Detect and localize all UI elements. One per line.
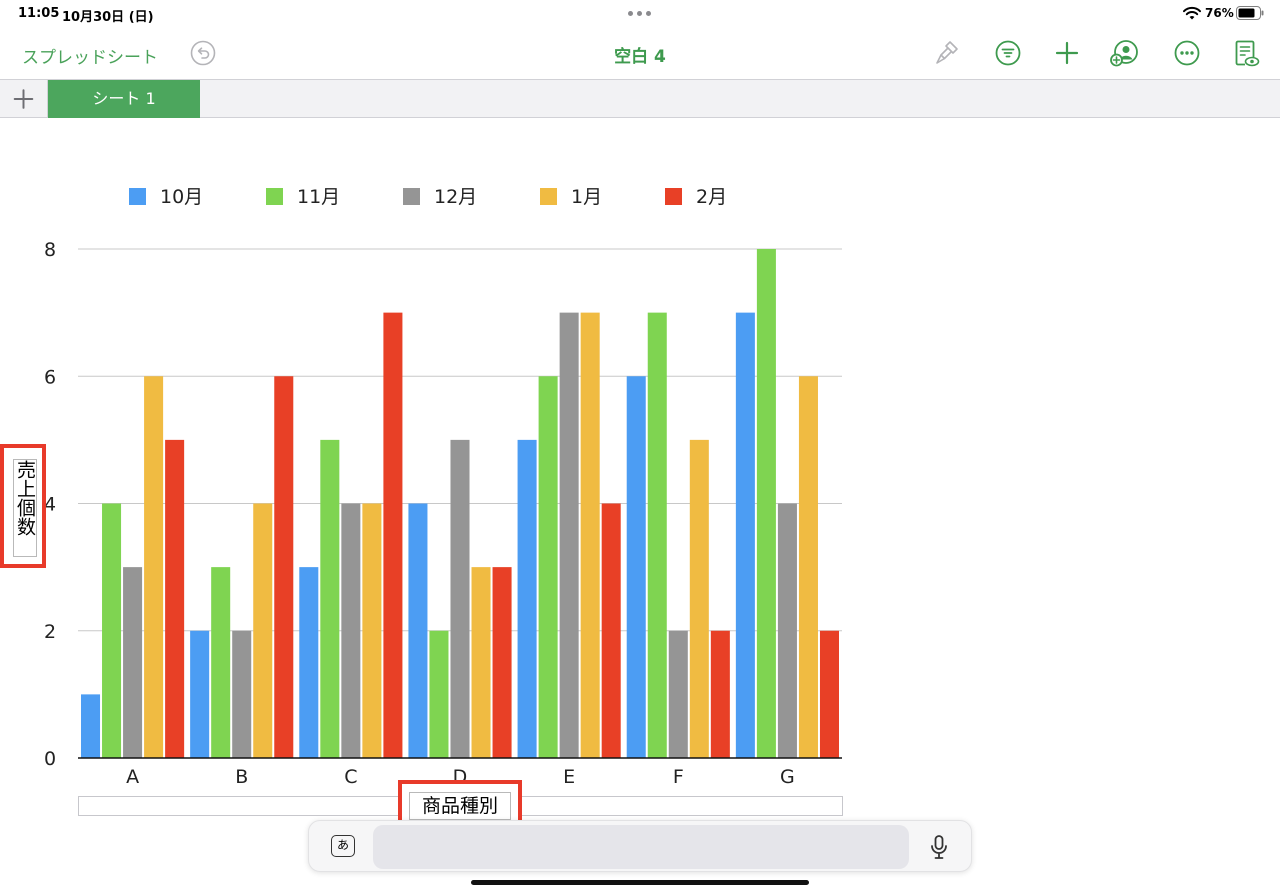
bar-B-2月 xyxy=(274,376,294,758)
legend-label: 2月 xyxy=(696,186,727,208)
bar-A-1月 xyxy=(144,376,164,758)
bar-C-11月 xyxy=(320,439,340,758)
y-tick-label: 6 xyxy=(44,366,56,388)
filter-icon[interactable] xyxy=(994,39,1022,67)
sheet-tab-1[interactable]: シート 1 xyxy=(48,80,200,118)
bar-B-12月 xyxy=(232,630,252,758)
more-icon[interactable] xyxy=(1173,39,1201,67)
document-title[interactable]: 空白 4 xyxy=(540,42,740,67)
bar-B-1月 xyxy=(253,503,273,758)
x-tick-label: A xyxy=(126,766,139,788)
bar-C-12月 xyxy=(341,503,361,758)
bar-A-10月 xyxy=(81,694,101,758)
bar-G-2月 xyxy=(819,630,839,758)
bar-F-1月 xyxy=(689,439,709,758)
bar-D-10月 xyxy=(408,503,428,758)
legend-label: 10月 xyxy=(160,186,203,208)
collaborate-icon[interactable] xyxy=(1110,39,1138,67)
bar-G-10月 xyxy=(735,312,755,758)
formula-text-field[interactable] xyxy=(373,825,909,869)
bar-G-11月 xyxy=(756,249,776,758)
undo-icon[interactable] xyxy=(190,40,216,66)
sheet-tab-bar: シート 1 xyxy=(0,80,1280,118)
status-bar: 11:05 10月30日 (日) 76% xyxy=(0,0,1280,28)
bar-B-10月 xyxy=(190,630,210,758)
y-axis-title-highlight: 売上個数 xyxy=(0,444,46,568)
bar-E-12月 xyxy=(559,312,579,758)
y-axis-title[interactable]: 売上個数 xyxy=(13,459,37,557)
home-indicator[interactable] xyxy=(471,880,809,885)
bar-C-1月 xyxy=(362,503,382,758)
toolbar: スプレッドシート 空白 4 xyxy=(0,28,1280,80)
legend-label: 1月 xyxy=(571,186,602,208)
x-tick-label: C xyxy=(344,766,357,788)
bar-B-11月 xyxy=(211,567,231,758)
bar-A-2月 xyxy=(165,439,185,758)
legend-swatch xyxy=(665,188,682,205)
bar-D-12月 xyxy=(450,439,470,758)
document-view-icon[interactable] xyxy=(1232,39,1260,67)
bar-F-10月 xyxy=(626,376,646,758)
bar-E-2月 xyxy=(601,503,621,758)
paintbrush-icon[interactable] xyxy=(933,39,961,67)
add-sheet-plus-icon[interactable] xyxy=(0,80,48,118)
bar-A-11月 xyxy=(102,503,122,758)
legend-swatch xyxy=(129,188,146,205)
bar-C-10月 xyxy=(299,567,319,758)
bar-E-10月 xyxy=(517,439,537,758)
bar-G-1月 xyxy=(798,376,818,758)
bar-A-12月 xyxy=(123,567,143,758)
y-tick-label: 2 xyxy=(44,621,56,643)
x-axis-title[interactable]: 商品種別 xyxy=(409,792,511,820)
legend-label: 11月 xyxy=(297,186,340,208)
kana-input-key[interactable]: あ xyxy=(331,835,355,857)
bar-F-12月 xyxy=(668,630,688,758)
wifi-icon xyxy=(1183,6,1201,20)
multitasking-handle-icon[interactable] xyxy=(628,11,654,17)
status-date: 10月30日 (日) xyxy=(62,10,154,25)
battery-icon xyxy=(1236,6,1264,20)
bar-E-11月 xyxy=(538,376,558,758)
bar-G-12月 xyxy=(777,503,797,758)
bar-D-2月 xyxy=(492,567,512,758)
status-time: 11:05 xyxy=(18,6,60,21)
bar-D-1月 xyxy=(471,567,491,758)
bar-C-2月 xyxy=(383,312,403,758)
y-tick-label: 0 xyxy=(44,748,56,770)
keyboard-shortcut-bar: あ xyxy=(308,820,972,872)
microphone-icon[interactable] xyxy=(927,834,951,860)
bar-chart[interactable]: 02468A B C D E F G10月 11月 12月 1月 2月 xyxy=(0,118,880,798)
x-tick-label: E xyxy=(563,766,575,788)
legend-swatch xyxy=(266,188,283,205)
bar-D-11月 xyxy=(429,630,449,758)
battery-percentage: 76% xyxy=(1205,6,1234,20)
legend-swatch xyxy=(403,188,420,205)
bar-F-2月 xyxy=(710,630,730,758)
spreadsheets-back-button[interactable]: スプレッドシート xyxy=(22,43,158,68)
bar-F-11月 xyxy=(647,312,667,758)
y-tick-label: 8 xyxy=(44,239,56,261)
bar-E-1月 xyxy=(580,312,600,758)
legend-label: 12月 xyxy=(434,186,477,208)
x-tick-label: B xyxy=(235,766,248,788)
x-tick-label: F xyxy=(673,766,684,788)
legend-swatch xyxy=(540,188,557,205)
plus-icon[interactable] xyxy=(1053,39,1081,67)
x-tick-label: G xyxy=(780,766,795,788)
